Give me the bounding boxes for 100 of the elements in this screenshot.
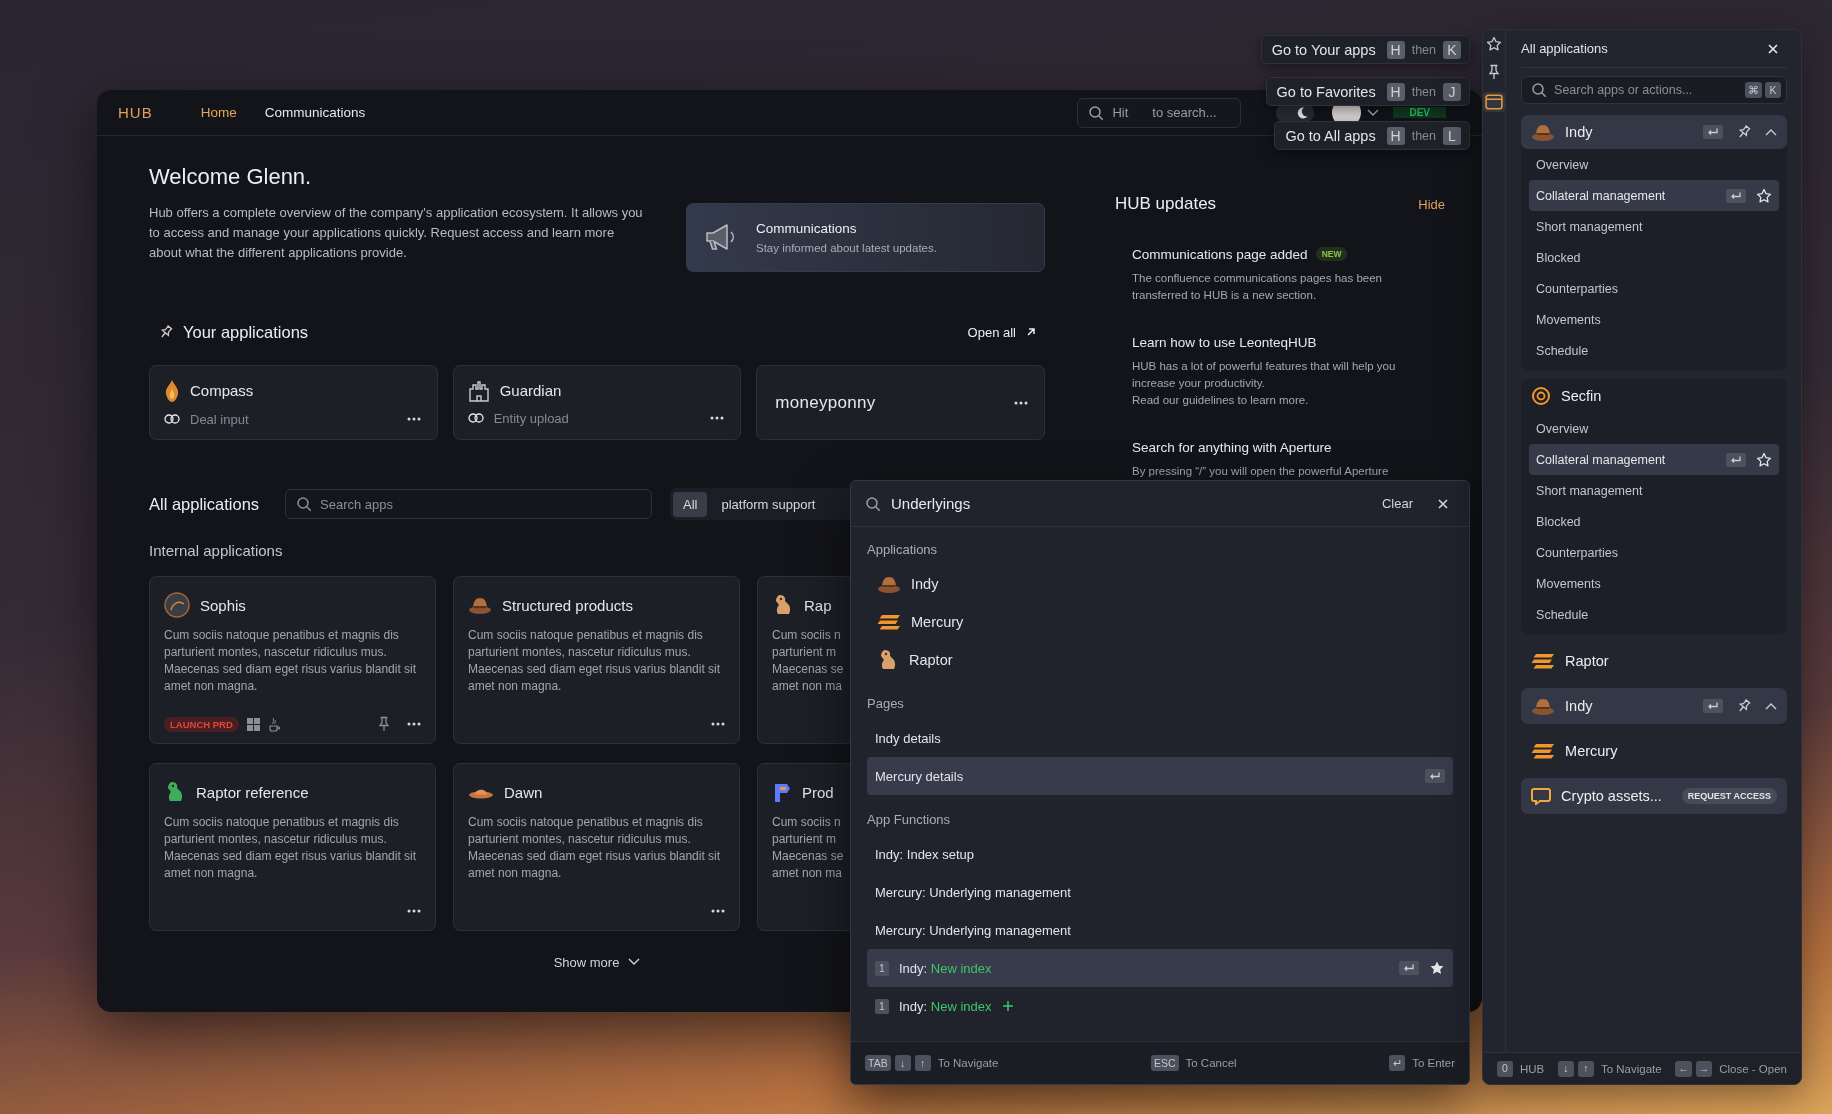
- search-hint: Hit: [1112, 105, 1129, 120]
- hub-logo[interactable]: HUB: [118, 104, 153, 121]
- description-line: Maecenas se: [772, 661, 844, 678]
- search-result[interactable]: 1 Indy: New index: [867, 987, 1453, 1025]
- app-card[interactable]: Dawn Cum sociis natoque penatibus et magnis dis parturient montes, nascetur ridiculus mus. Maecenas sed diam eget risus varius blandit sit amet non magna.: [453, 763, 740, 931]
- more-icon[interactable]: [711, 909, 725, 913]
- app-name[interactable]: Raptor reference: [196, 783, 309, 801]
- app-card[interactable]: Structured products Cum sociis natoque penatibus et magnis dis parturient montes, nascetur ridiculus mus. Maecenas sed diam eget risus varius blandit sit amet non magna.: [453, 576, 740, 744]
- search-result[interactable]: Indy: Index setup: [867, 835, 1453, 873]
- search-result[interactable]: Mercury: [867, 603, 1453, 641]
- menu-item[interactable]: Movements: [1529, 568, 1779, 599]
- star-icon[interactable]: [1756, 451, 1772, 468]
- app-row[interactable]: Raptor: [1521, 643, 1787, 679]
- menu-item[interactable]: Movements: [1529, 304, 1779, 335]
- star-icon[interactable]: [1756, 187, 1772, 204]
- pin-icon[interactable]: [1737, 699, 1751, 713]
- chevron-down-icon[interactable]: [1367, 108, 1380, 117]
- app-name[interactable]: Sophis: [200, 596, 246, 614]
- show-more-button[interactable]: Show more: [553, 950, 641, 974]
- menu-item[interactable]: Overview: [1529, 413, 1779, 444]
- more-icon[interactable]: [407, 722, 421, 726]
- menu-item[interactable]: Overview: [1529, 149, 1779, 180]
- more-icon[interactable]: [406, 417, 421, 421]
- coffee-cup-icon: [267, 716, 280, 732]
- app-row[interactable]: Secfin: [1521, 379, 1787, 413]
- app-row[interactable]: Mercury: [1521, 733, 1787, 769]
- window-icon[interactable]: [1483, 92, 1506, 112]
- app-name[interactable]: Structured products: [502, 596, 633, 614]
- search-input[interactable]: Underlyings: [891, 495, 1372, 512]
- menu-item[interactable]: Schedule: [1529, 335, 1779, 366]
- communications-card[interactable]: Communications Stay informed about latest updates.: [686, 203, 1045, 272]
- app-link[interactable]: Entity upload: [493, 410, 569, 426]
- filter-chip[interactable]: platform support: [711, 491, 826, 517]
- menu-item[interactable]: Collateral management: [1529, 444, 1779, 475]
- request-access-badge[interactable]: REQUEST ACCESS: [1681, 788, 1777, 804]
- search-result[interactable]: Mercury details: [867, 757, 1453, 795]
- more-icon[interactable]: [1014, 400, 1028, 405]
- app-tile[interactable]: Compass Deal input: [149, 365, 438, 440]
- enter-key-icon[interactable]: [1703, 125, 1723, 139]
- menu-item[interactable]: Blocked: [1529, 242, 1779, 273]
- menu-item[interactable]: Short management: [1529, 211, 1779, 242]
- enter-key-icon[interactable]: [1703, 699, 1723, 713]
- search-result[interactable]: Mercury: Underlying management: [867, 873, 1453, 911]
- key-cap: H: [1386, 40, 1405, 59]
- filter-chip[interactable]: All: [673, 491, 708, 517]
- app-link[interactable]: Deal input: [190, 411, 249, 427]
- pin-icon: [159, 325, 173, 339]
- plus-icon[interactable]: [1001, 1000, 1014, 1012]
- clear-button[interactable]: Clear: [1381, 496, 1413, 511]
- tooltip-label: Go to Favorites: [1276, 83, 1376, 100]
- app-tile[interactable]: moneyponny: [756, 365, 1045, 440]
- more-icon[interactable]: [407, 909, 421, 913]
- app-name[interactable]: Prod: [802, 783, 834, 801]
- chevron-up-icon[interactable]: [1765, 128, 1777, 136]
- app-name[interactable]: Guardian: [499, 382, 562, 399]
- app-name[interactable]: Rap: [804, 596, 832, 614]
- flame-icon: [164, 378, 180, 403]
- key-cap: K: [1765, 82, 1781, 98]
- pin-icon[interactable]: [1737, 125, 1751, 139]
- more-icon[interactable]: [710, 416, 725, 420]
- close-icon[interactable]: [1437, 497, 1449, 510]
- search-result[interactable]: Indy details: [867, 719, 1453, 757]
- app-row[interactable]: Crypto assets... REQUEST ACCESS: [1521, 778, 1787, 814]
- description-line: parturient m: [772, 644, 837, 661]
- nav-tab[interactable]: Home: [200, 105, 237, 120]
- more-icon[interactable]: [711, 722, 725, 726]
- new-badge: NEW: [1315, 247, 1348, 261]
- app-card[interactable]: Raptor reference Cum sociis natoque penatibus et magnis dis parturient montes, nascetur ridiculus mus. Maecenas sed diam eget risus varius blandit sit amet non magna.: [149, 763, 436, 931]
- menu-item[interactable]: Blocked: [1529, 506, 1779, 537]
- arrow-up-right-icon: [1026, 327, 1036, 337]
- hint-text: HUB: [1520, 1062, 1545, 1075]
- app-tile[interactable]: Guardian Entity upload: [452, 365, 742, 440]
- app-row[interactable]: Indy: [1521, 688, 1787, 724]
- chevron-up-icon[interactable]: [1765, 702, 1777, 710]
- pin-icon[interactable]: [1487, 64, 1502, 80]
- search-field[interactable]: Hit to search...: [1077, 97, 1242, 128]
- hide-link[interactable]: Hide: [1418, 196, 1445, 212]
- menu-item[interactable]: Counterparties: [1529, 537, 1779, 568]
- star-icon[interactable]: [1486, 36, 1503, 52]
- menu-item[interactable]: Schedule: [1529, 599, 1779, 630]
- search-result[interactable]: Mercury: Underlying management: [867, 911, 1453, 949]
- menu-item[interactable]: Short management: [1529, 475, 1779, 506]
- section-title: HUB updates: [1115, 194, 1217, 214]
- search-field[interactable]: Search apps: [285, 489, 652, 519]
- open-all-link[interactable]: Open all: [967, 324, 1036, 340]
- search-result[interactable]: Raptor: [867, 641, 1453, 679]
- nav-tab[interactable]: Communications: [264, 105, 366, 120]
- menu-item[interactable]: Counterparties: [1529, 273, 1779, 304]
- app-name[interactable]: Dawn: [504, 783, 543, 801]
- search-result[interactable]: 1 Indy: New index: [867, 949, 1453, 987]
- app-row[interactable]: Indy: [1521, 115, 1787, 149]
- subsection-title: Internal applications: [149, 542, 283, 561]
- search-result[interactable]: Indy: [867, 565, 1453, 603]
- app-card[interactable]: Sophis Cum sociis natoque penatibus et magnis dis parturient montes, nascetur ridiculus mus. Maecenas sed diam eget risus varius blandit sit amet non magna. LAUNCH PRD: [149, 576, 436, 744]
- star-icon[interactable]: [1429, 960, 1445, 976]
- app-name[interactable]: Compass: [190, 382, 254, 399]
- pin-icon[interactable]: [377, 716, 391, 732]
- menu-item[interactable]: Collateral management: [1529, 180, 1779, 211]
- welcome-title: Welcome Glenn.: [149, 164, 313, 190]
- close-icon[interactable]: [1767, 42, 1779, 55]
